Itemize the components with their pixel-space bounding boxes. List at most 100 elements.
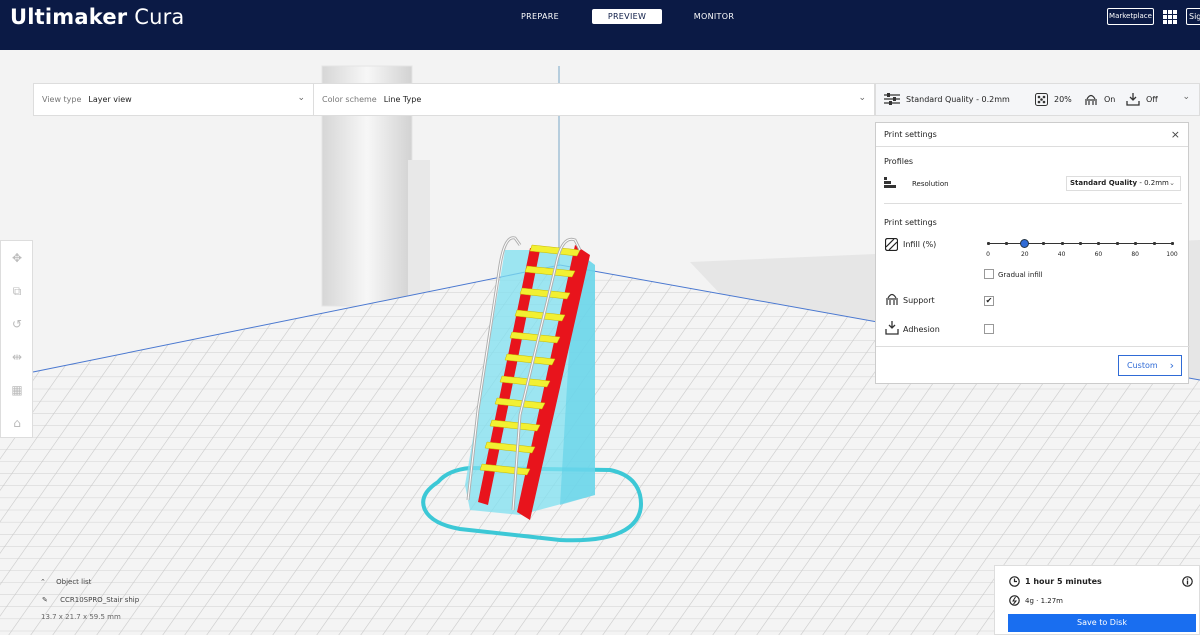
profile-summary-text: Standard Quality - 0.2mm	[906, 94, 1010, 104]
infill-slider[interactable]	[987, 239, 1174, 248]
close-icon[interactable]: ×	[1171, 123, 1180, 147]
infill-icon	[1035, 93, 1048, 106]
adhesion-summary: Off	[1126, 93, 1158, 106]
stage-tabs: PREPARE PREVIEW MONITOR	[505, 9, 766, 24]
brand-bold: Ultimaker	[10, 5, 128, 29]
chevron-up-icon: ⌃	[40, 578, 46, 586]
app-header: Ultimaker Cura PREPARE PREVIEW MONITOR M…	[0, 0, 1200, 50]
view-toolbar: View type Layer view ⌄ Color scheme Line…	[33, 83, 875, 116]
slider-tick	[1079, 242, 1082, 245]
object-name: CCR10SPRO_Stair ship	[60, 596, 140, 604]
panel-title: Print settings ×	[876, 123, 1188, 147]
adhesion-icon	[885, 321, 899, 335]
color-scheme-dropdown[interactable]: Color scheme Line Type ⌄	[314, 84, 874, 115]
slider-tick-label: 100	[1166, 251, 1178, 258]
support-summary-text: On	[1104, 95, 1116, 104]
info-icon[interactable]	[1182, 576, 1193, 587]
support-blocker-icon[interactable]: ⌂	[10, 416, 24, 430]
object-list-toggle[interactable]: ⌃ Object list	[40, 578, 200, 586]
support-checkbox[interactable]: ✔	[984, 296, 994, 306]
print-estimate-panel: 1 hour 5 minutes 4g · 1.27m Save to Disk	[994, 565, 1200, 635]
slider-tick-label: 20	[1020, 251, 1029, 258]
scale-tool-icon[interactable]: ⧉	[10, 284, 24, 298]
slider-handle[interactable]	[1020, 239, 1030, 248]
marketplace-button[interactable]: Marketplace	[1107, 8, 1154, 25]
3d-viewport[interactable]: View type Layer view ⌄ Color scheme Line…	[0, 50, 1200, 635]
resolution-select[interactable]: Standard Quality - 0.2mm ⌄	[1066, 176, 1181, 191]
profile-summary: Standard Quality - 0.2mm	[884, 93, 1010, 105]
resolution-icon	[884, 177, 896, 188]
slider-tick-label: 0	[986, 251, 990, 258]
slider-tick	[1097, 242, 1101, 245]
material-estimate: 4g · 1.27m	[1025, 597, 1063, 605]
profiles-heading: Profiles	[884, 157, 914, 166]
slider-tick	[1152, 242, 1156, 245]
print-settings-heading: Print settings	[884, 218, 937, 227]
support-icon	[886, 293, 898, 305]
tab-preview[interactable]: PREVIEW	[592, 9, 662, 24]
tab-monitor[interactable]: MONITOR	[679, 9, 749, 24]
slider-tick-label: 60	[1094, 251, 1103, 258]
custom-settings-button[interactable]: Custom ›	[1118, 355, 1182, 376]
slider-tick	[1171, 242, 1174, 245]
object-list-title: Object list	[56, 578, 92, 586]
object-row[interactable]: ✎ CCR10SPRO_Stair ship	[42, 596, 202, 604]
save-to-disk-button[interactable]: Save to Disk	[1008, 614, 1196, 632]
color-scheme-label: Color scheme	[322, 95, 377, 104]
slider-tick	[987, 242, 990, 245]
slider-tick-label: 40	[1057, 251, 1066, 258]
adhesion-summary-text: Off	[1146, 95, 1158, 104]
slider-tick	[1042, 242, 1046, 245]
slider-tick	[1005, 242, 1009, 245]
color-scheme-value: Line Type	[383, 95, 422, 104]
slider-tick-label: 80	[1131, 251, 1140, 258]
material-spool-icon	[1009, 595, 1020, 606]
tab-prepare[interactable]: PREPARE	[505, 9, 575, 24]
gradual-infill-label: Gradual infill	[998, 271, 1043, 279]
chevron-down-icon: ⌄	[1169, 179, 1175, 187]
resolution-bold: Standard Quality	[1070, 179, 1138, 187]
adhesion-icon	[1126, 93, 1140, 106]
view-type-value: Layer view	[88, 95, 132, 104]
support-summary: On	[1084, 93, 1115, 106]
tool-panel: ✥ ⧉ ↺ ⇹ ▦ ⌂	[0, 240, 33, 438]
view-type-label: View type	[42, 95, 82, 104]
clock-icon	[1009, 576, 1020, 587]
infill-summary: 20%	[1035, 93, 1072, 106]
gradual-infill-checkbox[interactable]	[984, 269, 994, 279]
support-icon	[1085, 94, 1097, 105]
sign-in-button[interactable]: Sig	[1186, 8, 1200, 25]
chevron-down-icon: ⌄	[858, 93, 866, 103]
apps-grid-icon[interactable]	[1163, 10, 1177, 24]
brand-light: Cura	[127, 5, 185, 29]
move-tool-icon[interactable]: ✥	[10, 251, 24, 265]
infill-summary-text: 20%	[1054, 95, 1072, 104]
chevron-down-icon: ⌄	[1182, 92, 1190, 102]
infill-label: Infill (%)	[903, 240, 937, 249]
custom-button-label: Custom	[1127, 361, 1158, 370]
rotate-tool-icon[interactable]: ↺	[10, 317, 24, 331]
divider	[884, 203, 1182, 204]
sliders-icon	[884, 93, 900, 105]
app-logo: Ultimaker Cura	[10, 5, 185, 29]
print-time: 1 hour 5 minutes	[1025, 577, 1102, 586]
print-setup-summary[interactable]: Standard Quality - 0.2mm 20% On Off ⌄	[875, 83, 1200, 116]
view-type-dropdown[interactable]: View type Layer view ⌄	[34, 84, 314, 115]
adhesion-label: Adhesion	[903, 325, 940, 334]
slider-tick	[1060, 242, 1064, 245]
adhesion-checkbox[interactable]	[984, 324, 994, 334]
resolution-label: Resolution	[912, 180, 949, 188]
divider	[876, 346, 1190, 347]
resolution-rest: - 0.2mm	[1137, 179, 1169, 187]
object-dimensions: 13.7 x 21.7 x 59.5 mm	[41, 613, 121, 621]
chevron-right-icon: ›	[1169, 359, 1174, 372]
slider-tick	[1115, 242, 1119, 245]
slider-tick	[1134, 242, 1138, 245]
panel-title-text: Print settings	[884, 130, 937, 139]
mirror-tool-icon[interactable]: ⇹	[10, 350, 24, 364]
per-model-settings-icon[interactable]: ▦	[10, 383, 24, 397]
support-label: Support	[903, 296, 935, 305]
pencil-icon: ✎	[42, 596, 48, 604]
infill-pattern-icon	[885, 238, 898, 251]
print-settings-panel: Print settings × Profiles Resolution Sta…	[875, 122, 1190, 384]
